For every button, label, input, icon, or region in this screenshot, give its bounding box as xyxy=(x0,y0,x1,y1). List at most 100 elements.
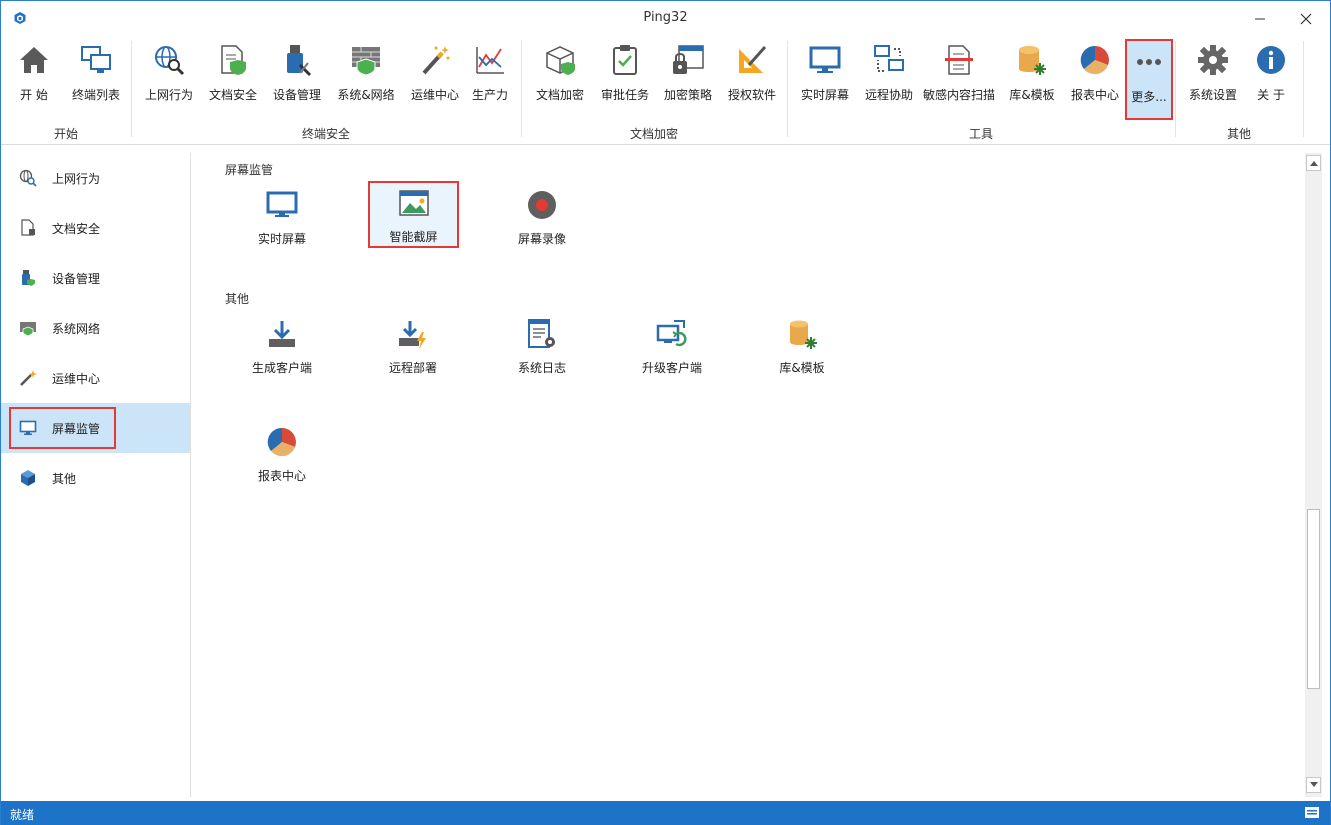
upgrade-client-icon xyxy=(656,320,687,347)
authorized-software-icon xyxy=(739,46,767,73)
ribbon-toolbar: 开 始 终端列表 开始 上网行为 文档安全 设备管理 系统&网络 运维中心 生产… xyxy=(1,37,1330,145)
tile-db-template[interactable]: 库&模板 xyxy=(757,314,847,380)
remote-deploy-icon xyxy=(399,321,426,349)
info-icon xyxy=(1257,46,1285,74)
title-bar: Ping32 xyxy=(1,1,1330,37)
scroll-up-button[interactable] xyxy=(1306,155,1321,171)
ribbon-separator xyxy=(131,41,132,137)
tile-smart-screenshot[interactable]: 智能截屏 xyxy=(368,181,459,248)
smart-screenshot-icon xyxy=(398,190,429,216)
terminal-list-icon xyxy=(81,46,111,73)
ribbon-approval-button[interactable]: 审批任务 xyxy=(599,39,651,107)
pie-chart-icon xyxy=(267,427,296,457)
scroll-up-icon xyxy=(1309,161,1318,166)
document-security-icon xyxy=(221,45,246,75)
ribbon-separator xyxy=(1303,41,1304,137)
gear-icon xyxy=(1198,45,1228,75)
productivity-chart-icon xyxy=(476,47,504,74)
ribbon-device-management-button[interactable]: 设备管理 xyxy=(271,39,323,107)
main-panel: 屏幕监管 实时屏幕 智能截屏 屏幕录像 其他 生成客户端 远程部署 系统日志 升… xyxy=(192,153,1304,797)
scroll-thumb[interactable] xyxy=(1307,509,1320,689)
selection-highlight xyxy=(9,407,116,449)
ribbon-db-template-button[interactable]: 库&模板 xyxy=(1005,39,1059,107)
ribbon-separator xyxy=(521,41,522,137)
keyboard-icon xyxy=(1305,807,1319,818)
ribbon-system-settings-button[interactable]: 系统设置 xyxy=(1187,39,1239,107)
tile-generate-client[interactable]: 生成客户端 xyxy=(237,314,327,380)
status-bar: 就绪 xyxy=(1,801,1330,825)
sidebar-item-web-behavior[interactable]: 上网行为 xyxy=(1,153,190,203)
minimize-button[interactable] xyxy=(1237,1,1283,37)
section-title: 屏幕监管 xyxy=(225,163,274,177)
ribbon-authorized-software-button[interactable]: 授权软件 xyxy=(725,39,779,107)
scroll-down-icon xyxy=(1309,782,1318,787)
minimize-icon xyxy=(1255,18,1265,20)
record-icon xyxy=(528,191,556,219)
magic-wand-icon xyxy=(422,46,450,75)
ribbon-document-security-button[interactable]: 文档安全 xyxy=(207,39,259,107)
ribbon-group-label: 开始 xyxy=(53,127,78,141)
status-text: 就绪 xyxy=(10,808,35,822)
more-icon xyxy=(1137,59,1161,65)
sidebar-item-system-network[interactable]: 系统网络 xyxy=(1,303,190,353)
tile-report-center[interactable]: 报表中心 xyxy=(237,422,327,488)
monitor-icon xyxy=(266,191,298,217)
ribbon-remote-assist-button[interactable]: 远程协助 xyxy=(863,39,915,107)
ribbon-sensitive-scan-button[interactable]: 敏感内容扫描 xyxy=(921,39,997,107)
ribbon-report-center-button[interactable]: 报表中心 xyxy=(1067,39,1123,107)
tile-remote-deploy[interactable]: 远程部署 xyxy=(368,314,458,380)
ribbon-doc-encryption-button[interactable]: 文档加密 xyxy=(533,39,587,107)
ribbon-separator xyxy=(1175,41,1176,137)
scroll-down-button[interactable] xyxy=(1306,777,1321,793)
tile-system-log[interactable]: 系统日志 xyxy=(497,314,587,380)
sidebar-item-screen-monitor[interactable]: 屏幕监管 xyxy=(1,403,190,453)
remote-assist-icon xyxy=(874,45,904,72)
sidebar-item-ops-center[interactable]: 运维中心 xyxy=(1,353,190,403)
ribbon-ops-center-button[interactable]: 运维中心 xyxy=(409,39,461,107)
sensitive-scan-icon xyxy=(945,45,973,75)
pie-chart-icon xyxy=(1080,45,1109,75)
tile-screen-record[interactable]: 屏幕录像 xyxy=(497,185,587,251)
tile-upgrade-client[interactable]: 升级客户端 xyxy=(627,314,717,380)
web-behavior-icon xyxy=(155,46,185,76)
ribbon-group-label: 终端安全 xyxy=(301,127,350,141)
device-management-icon xyxy=(22,270,35,286)
firewall-icon xyxy=(20,322,36,337)
ribbon-terminal-list-button[interactable]: 终端列表 xyxy=(69,39,123,107)
window-title: Ping32 xyxy=(643,10,688,25)
ribbon-encryption-policy-button[interactable]: 加密策略 xyxy=(661,39,715,107)
document-security-icon xyxy=(21,219,35,236)
ribbon-web-behavior-button[interactable]: 上网行为 xyxy=(143,39,195,107)
ribbon-realtime-screen-button[interactable]: 实时屏幕 xyxy=(799,39,851,107)
section-title: 其他 xyxy=(225,292,250,306)
ribbon-productivity-button[interactable]: 生产力 xyxy=(469,39,511,107)
ribbon-system-network-button[interactable]: 系统&网络 xyxy=(335,39,397,107)
close-button[interactable] xyxy=(1283,1,1329,37)
ribbon-separator xyxy=(787,41,788,137)
download-client-icon xyxy=(269,321,295,347)
home-icon xyxy=(20,47,48,73)
monitor-icon xyxy=(809,46,841,73)
ribbon-group-label: 其他 xyxy=(1226,127,1251,141)
firewall-icon xyxy=(352,47,380,76)
ribbon-home-button[interactable]: 开 始 xyxy=(13,39,55,107)
approval-clipboard-icon xyxy=(613,45,637,75)
sidebar-nav: 上网行为 文档安全 设备管理 系统网络 运维中心 屏幕监管 其他 xyxy=(1,153,191,797)
device-management-icon xyxy=(287,45,312,77)
cube-icon xyxy=(21,470,35,486)
web-behavior-icon xyxy=(19,169,37,187)
vertical-scrollbar[interactable] xyxy=(1305,153,1322,797)
magic-wand-icon xyxy=(20,370,37,386)
tile-realtime-screen[interactable]: 实时屏幕 xyxy=(237,185,327,251)
ribbon-more-button[interactable]: 更多... xyxy=(1125,39,1173,120)
ribbon-about-button[interactable]: 关 于 xyxy=(1249,39,1293,107)
ribbon-group-label: 文档加密 xyxy=(629,127,678,141)
system-log-icon xyxy=(528,319,555,348)
sidebar-item-other[interactable]: 其他 xyxy=(1,453,190,503)
app-window: Ping32 开 始 终端列表 开始 上网行为 文档安全 设备管理 系统&网络 … xyxy=(0,0,1331,825)
sidebar-item-device-management[interactable]: 设备管理 xyxy=(1,253,190,303)
close-icon xyxy=(1300,13,1312,25)
encryption-box-icon xyxy=(546,46,575,75)
encryption-policy-icon xyxy=(673,45,704,74)
sidebar-item-document-security[interactable]: 文档安全 xyxy=(1,203,190,253)
